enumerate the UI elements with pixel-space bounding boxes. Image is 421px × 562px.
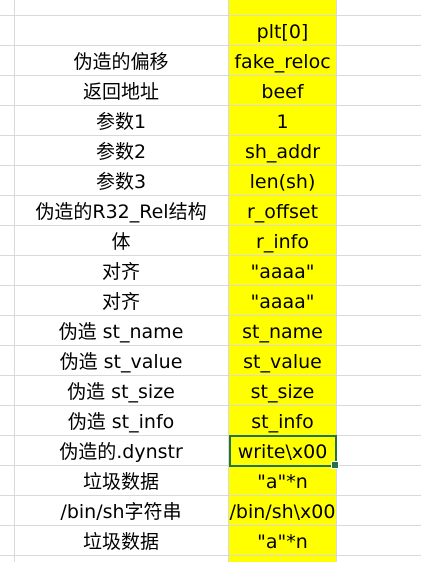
cell-value[interactable]: st_name: [229, 317, 336, 347]
gridline-horizontal: [0, 15, 421, 16]
cell-value[interactable]: r_info: [229, 227, 336, 257]
cell-label[interactable]: 伪造的.dynstr: [14, 437, 228, 467]
cell-label[interactable]: [14, 17, 228, 47]
cell-label[interactable]: 伪造 st_info: [14, 407, 228, 437]
cell-label[interactable]: 垃圾数据: [14, 467, 228, 497]
cell-label[interactable]: 参数2: [14, 137, 228, 167]
cell-value[interactable]: "a"*n: [229, 527, 336, 557]
cell-value[interactable]: /bin/sh\x00: [229, 497, 336, 527]
cell-label[interactable]: 伪造 st_value: [14, 347, 228, 377]
cell-label[interactable]: 体: [14, 227, 228, 257]
cell-value[interactable]: "aaaa": [229, 257, 336, 287]
cell-value[interactable]: fake_reloc: [229, 47, 336, 77]
cell-label[interactable]: 对齐: [14, 257, 228, 287]
cell-value[interactable]: sh_addr: [229, 137, 336, 167]
cell-value[interactable]: len(sh): [229, 167, 336, 197]
cell-label[interactable]: 返回地址: [14, 77, 228, 107]
cell-label[interactable]: /bin/sh字符串: [14, 497, 228, 527]
gridline-vertical: [336, 0, 337, 562]
cell-label[interactable]: 垃圾数据: [14, 527, 228, 557]
cell-label[interactable]: 伪造 st_size: [14, 377, 228, 407]
cell-value[interactable]: st_info: [229, 407, 336, 437]
cell-value[interactable]: r_offset: [229, 197, 336, 227]
fill-handle[interactable]: [331, 461, 339, 469]
cell-label[interactable]: 伪造的偏移: [14, 47, 228, 77]
cell-value[interactable]: plt[0]: [229, 17, 336, 47]
cell-value[interactable]: beef: [229, 77, 336, 107]
cell-value[interactable]: st_size: [229, 377, 336, 407]
cell-value[interactable]: "aaaa": [229, 287, 336, 317]
cell-label[interactable]: 对齐: [14, 287, 228, 317]
cell-label[interactable]: 伪造的R32_Rel结构: [14, 197, 228, 227]
cell-value[interactable]: 1: [229, 107, 336, 137]
cell-label[interactable]: 伪造 st_name: [14, 317, 228, 347]
cell-value[interactable]: st_value: [229, 347, 336, 377]
cell-value-selected[interactable]: write\x00: [229, 437, 336, 467]
cell-label[interactable]: 参数1: [14, 107, 228, 137]
cell-label[interactable]: 参数3: [14, 167, 228, 197]
spreadsheet-grid: plt[0] 伪造的偏移 fake_reloc 返回地址 beef 参数1 1 …: [0, 0, 421, 562]
cell-value[interactable]: "a"*n: [229, 467, 336, 497]
